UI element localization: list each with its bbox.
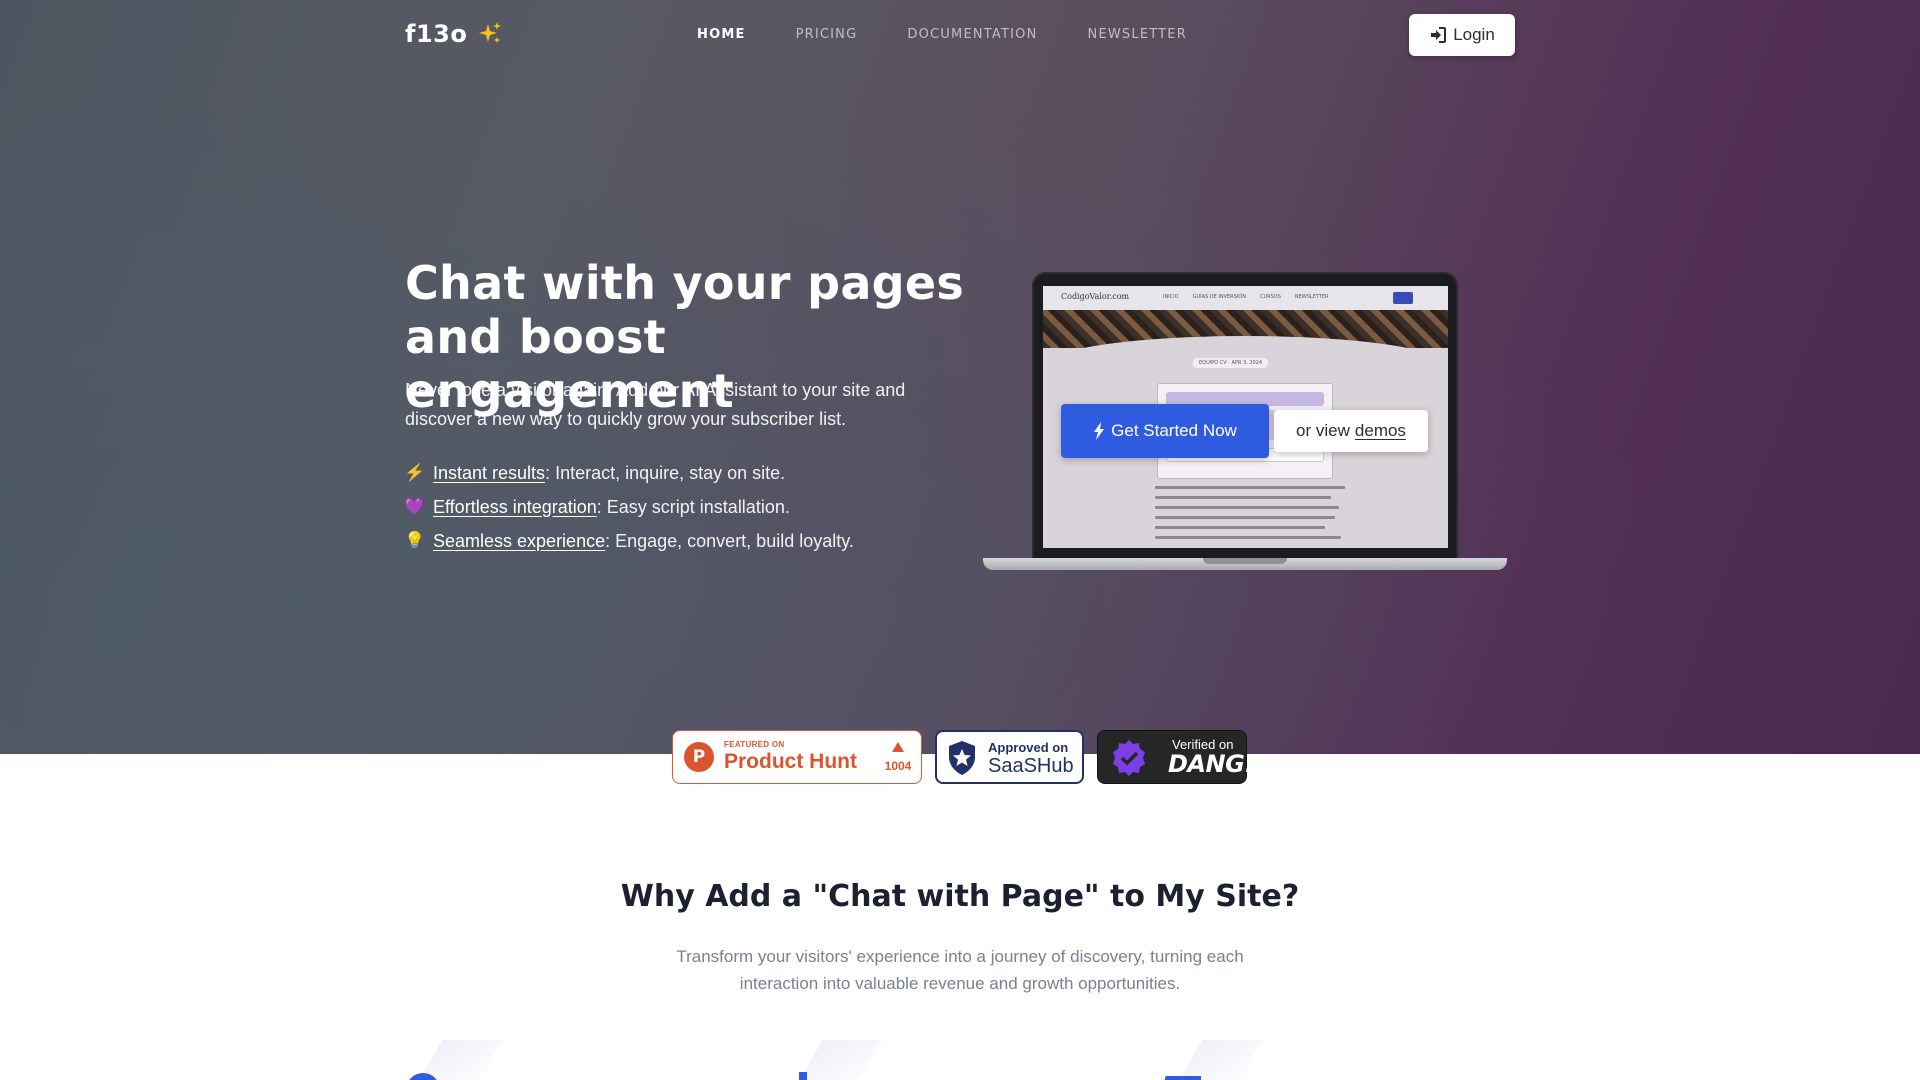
badges-row: P FEATURED ON Product Hunt 1004 Approved… (672, 730, 1255, 784)
top-nav: f13o HOME PRICING DOCUMENTATION NEWSLETT… (0, 0, 1920, 72)
verified-seal-icon (1113, 740, 1145, 776)
shield-star-icon (949, 741, 975, 775)
view-demos-button[interactable]: or view demos (1274, 410, 1428, 452)
nav-link-documentation[interactable]: DOCUMENTATION (907, 27, 1037, 42)
instant-results-link[interactable]: Instant results (433, 463, 545, 483)
hero-section: f13o HOME PRICING DOCUMENTATION NEWSLETT… (0, 0, 1920, 754)
hero-title-line1: Chat with your pages (405, 256, 965, 310)
dang-text: DANG! (1168, 750, 1255, 778)
bolt-icon (1094, 422, 1105, 440)
product-hunt-logo-icon: P (684, 742, 714, 772)
why-section-title: Why Add a "Chat with Page" to My Site? (620, 879, 1300, 914)
view-demos-prefix: or view (1296, 421, 1350, 440)
feature-item: 💜 Effortless integration: Easy script in… (404, 490, 854, 524)
feature-item: 💡 Seamless experience: Engage, convert, … (404, 524, 854, 558)
product-hunt-badge[interactable]: P FEATURED ON Product Hunt 1004 (672, 730, 922, 784)
preview-nav-item: NEWSLETTER (1294, 294, 1329, 300)
nav-link-newsletter[interactable]: NEWSLETTER (1088, 27, 1187, 42)
preview-article-text (1155, 486, 1355, 546)
sign-in-icon (1431, 27, 1447, 43)
preview-nav-links: INICIO GUÍAS DE INVERSIÓN CURSOS NEWSLET… (1163, 294, 1329, 300)
logo-text: f13o (405, 20, 468, 48)
feature-card-icon-chart (1165, 1040, 1263, 1080)
feature-item: ⚡ Instant results: Interact, inquire, st… (404, 456, 854, 490)
feature-card-icon-plug (785, 1040, 883, 1080)
dang-badge[interactable]: Verified on DANG! (1097, 730, 1255, 784)
product-hunt-small-text: FEATURED ON (724, 740, 785, 749)
lightning-icon: ⚡ (404, 463, 426, 482)
saashub-small-text: Approved on (988, 740, 1069, 755)
product-hunt-text: Product Hunt (724, 750, 857, 773)
effortless-integration-link[interactable]: Effortless integration (433, 497, 597, 517)
light-bulb-icon: 💡 (404, 531, 426, 550)
nav-link-home[interactable]: HOME (697, 27, 746, 42)
preview-meta: EQUIPO CV · APR 3, 2024 (1193, 358, 1269, 368)
preview-nav-item: GUÍAS DE INVERSIÓN (1192, 294, 1246, 300)
preview-site-name: CodigoValor.com (1061, 292, 1130, 301)
preview-nav-button (1393, 292, 1413, 304)
seamless-experience-link[interactable]: Seamless experience (433, 531, 605, 551)
preview-nav: CodigoValor.com INICIO GUÍAS DE INVERSIÓ… (1043, 286, 1448, 310)
feature-card-icon-chat (405, 1040, 503, 1080)
chat-circle-icon (409, 1073, 437, 1080)
feature-text: : Engage, convert, build loyalty. (605, 530, 854, 551)
feature-list: ⚡ Instant results: Interact, inquire, st… (404, 456, 854, 558)
saashub-text: SaaSHub (988, 755, 1074, 777)
nav-links: HOME PRICING DOCUMENTATION NEWSLETTER (697, 27, 1187, 42)
login-button[interactable]: Login (1409, 14, 1515, 56)
upvote-triangle-icon (892, 742, 904, 752)
chart-box-icon (1165, 1076, 1201, 1080)
login-label: Login (1453, 25, 1495, 44)
purple-heart-icon: 💜 (404, 497, 426, 516)
preview-nav-item: CURSOS (1259, 294, 1281, 300)
feature-text: : Easy script installation. (596, 496, 790, 517)
get-started-button[interactable]: Get Started Now (1061, 404, 1269, 458)
product-hunt-count: 1004 (884, 759, 912, 773)
demos-link[interactable]: demos (1355, 421, 1406, 441)
nav-link-pricing[interactable]: PRICING (796, 27, 858, 42)
plug-icon (799, 1072, 807, 1080)
hero-subtitle: Never lose a visitor again. Add our AI A… (405, 380, 906, 429)
site-logo[interactable]: f13o (405, 20, 503, 48)
sparkles-icon (479, 22, 502, 43)
laptop-notch (1203, 558, 1287, 564)
why-section-subtitle: Transform your visitors' experience into… (676, 947, 1244, 993)
saashub-badge[interactable]: Approved on SaaSHub (935, 730, 1084, 784)
preview-nav-item: INICIO (1163, 294, 1179, 300)
get-started-label: Get Started Now (1111, 421, 1237, 440)
feature-text: : Interact, inquire, stay on site. (545, 462, 786, 483)
